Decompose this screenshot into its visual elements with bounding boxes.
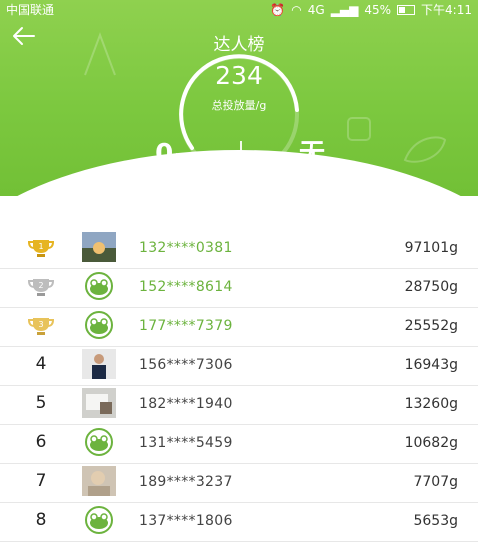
svg-text:1: 1 [38,242,43,251]
user-phone: 131****5459 [139,435,233,451]
total-label: 总投放量/g [211,99,267,112]
user-avatar [82,388,116,418]
leaderboard-row[interactable]: 1 132****0381 97101g [0,229,478,269]
green-mascot-icon [85,428,113,456]
monthly-value-wrap: 0/g [125,138,215,174]
status-right: ⏰ ◠ 4G ▂▄▆ 45% 下午4:11 [270,1,472,18]
user-phone: 156****7306 [139,357,233,373]
battery-icon [397,4,416,15]
user-avatar [82,232,116,262]
user-phone: 182****1940 [139,396,233,412]
stat-divider [240,141,242,191]
silver-trophy-icon: 2 [27,279,55,296]
user-amount: 28750g [404,279,458,295]
signal-icon: ▂▄▆ [330,2,359,17]
user-phone: 189****3237 [139,474,233,490]
user-amount: 7707g [413,474,458,490]
alarm-icon: ⏰ [270,2,286,17]
monthly-value: 0 [155,139,174,169]
rank-number: 5 [35,393,47,413]
leaderboard-row[interactable]: 7 189****3237 7707g [0,463,478,503]
user-avatar [82,349,116,379]
user-amount: 25552g [404,318,458,334]
time-label: 下午4:11 [421,3,472,17]
rank-value: 无 [298,139,325,169]
rank-label: 本月排名 [290,176,334,189]
leaderboard-row[interactable]: 6 131****5459 10682g [0,424,478,464]
leaderboard-row[interactable]: 4 156****7306 16943g [0,346,478,386]
carrier-label: 中国联通 [6,3,55,17]
total-amount: 234 [215,61,263,90]
green-mascot-icon [85,311,113,339]
status-bar: 中国联通 ⏰ ◠ 4G ▂▄▆ 45% 下午4:11 [0,0,478,18]
user-phone: 177****7379 [139,318,233,334]
user-amount: 5653g [413,513,458,529]
user-phone: 132****0381 [139,240,233,256]
rank-number: 4 [35,354,47,374]
svg-text:2: 2 [38,281,43,290]
monthly-stat: 0/g 月投放 [125,138,215,194]
user-amount: 97101g [404,240,458,256]
user-amount: 16943g [404,357,458,373]
rank-number: 7 [35,471,47,491]
rank-number: 8 [35,510,47,530]
user-amount: 13260g [404,396,458,412]
user-amount: 10682g [404,435,458,451]
green-mascot-icon [85,506,113,534]
wifi-icon: ◠ [291,2,302,17]
leaderboard-row[interactable]: 8 137****1806 5653g [0,502,478,542]
user-avatar [82,466,116,496]
user-phone: 137****1806 [139,513,233,529]
monthly-unit: /g [173,151,185,165]
monthly-label: 月投放 [153,180,187,193]
leaderboard-row[interactable]: 2 152****8614 28750g [0,268,478,308]
rank-number: 6 [35,432,47,452]
leaf-decoration-icon [403,136,447,163]
user-phone: 152****8614 [139,279,233,295]
battery-label: 45% [364,2,392,17]
gold-trophy-icon: 1 [27,240,55,257]
bronze-trophy-icon: 3 [27,318,55,335]
network-label: 4G [307,2,325,17]
leaderboard-row[interactable]: 3 177****7379 25552g [0,307,478,347]
rank-stat: 无 本月排名 [262,138,362,190]
green-mascot-icon [85,272,113,300]
svg-text:3: 3 [38,320,43,329]
leaderboard-row[interactable]: 5 182****1940 13260g [0,385,478,425]
